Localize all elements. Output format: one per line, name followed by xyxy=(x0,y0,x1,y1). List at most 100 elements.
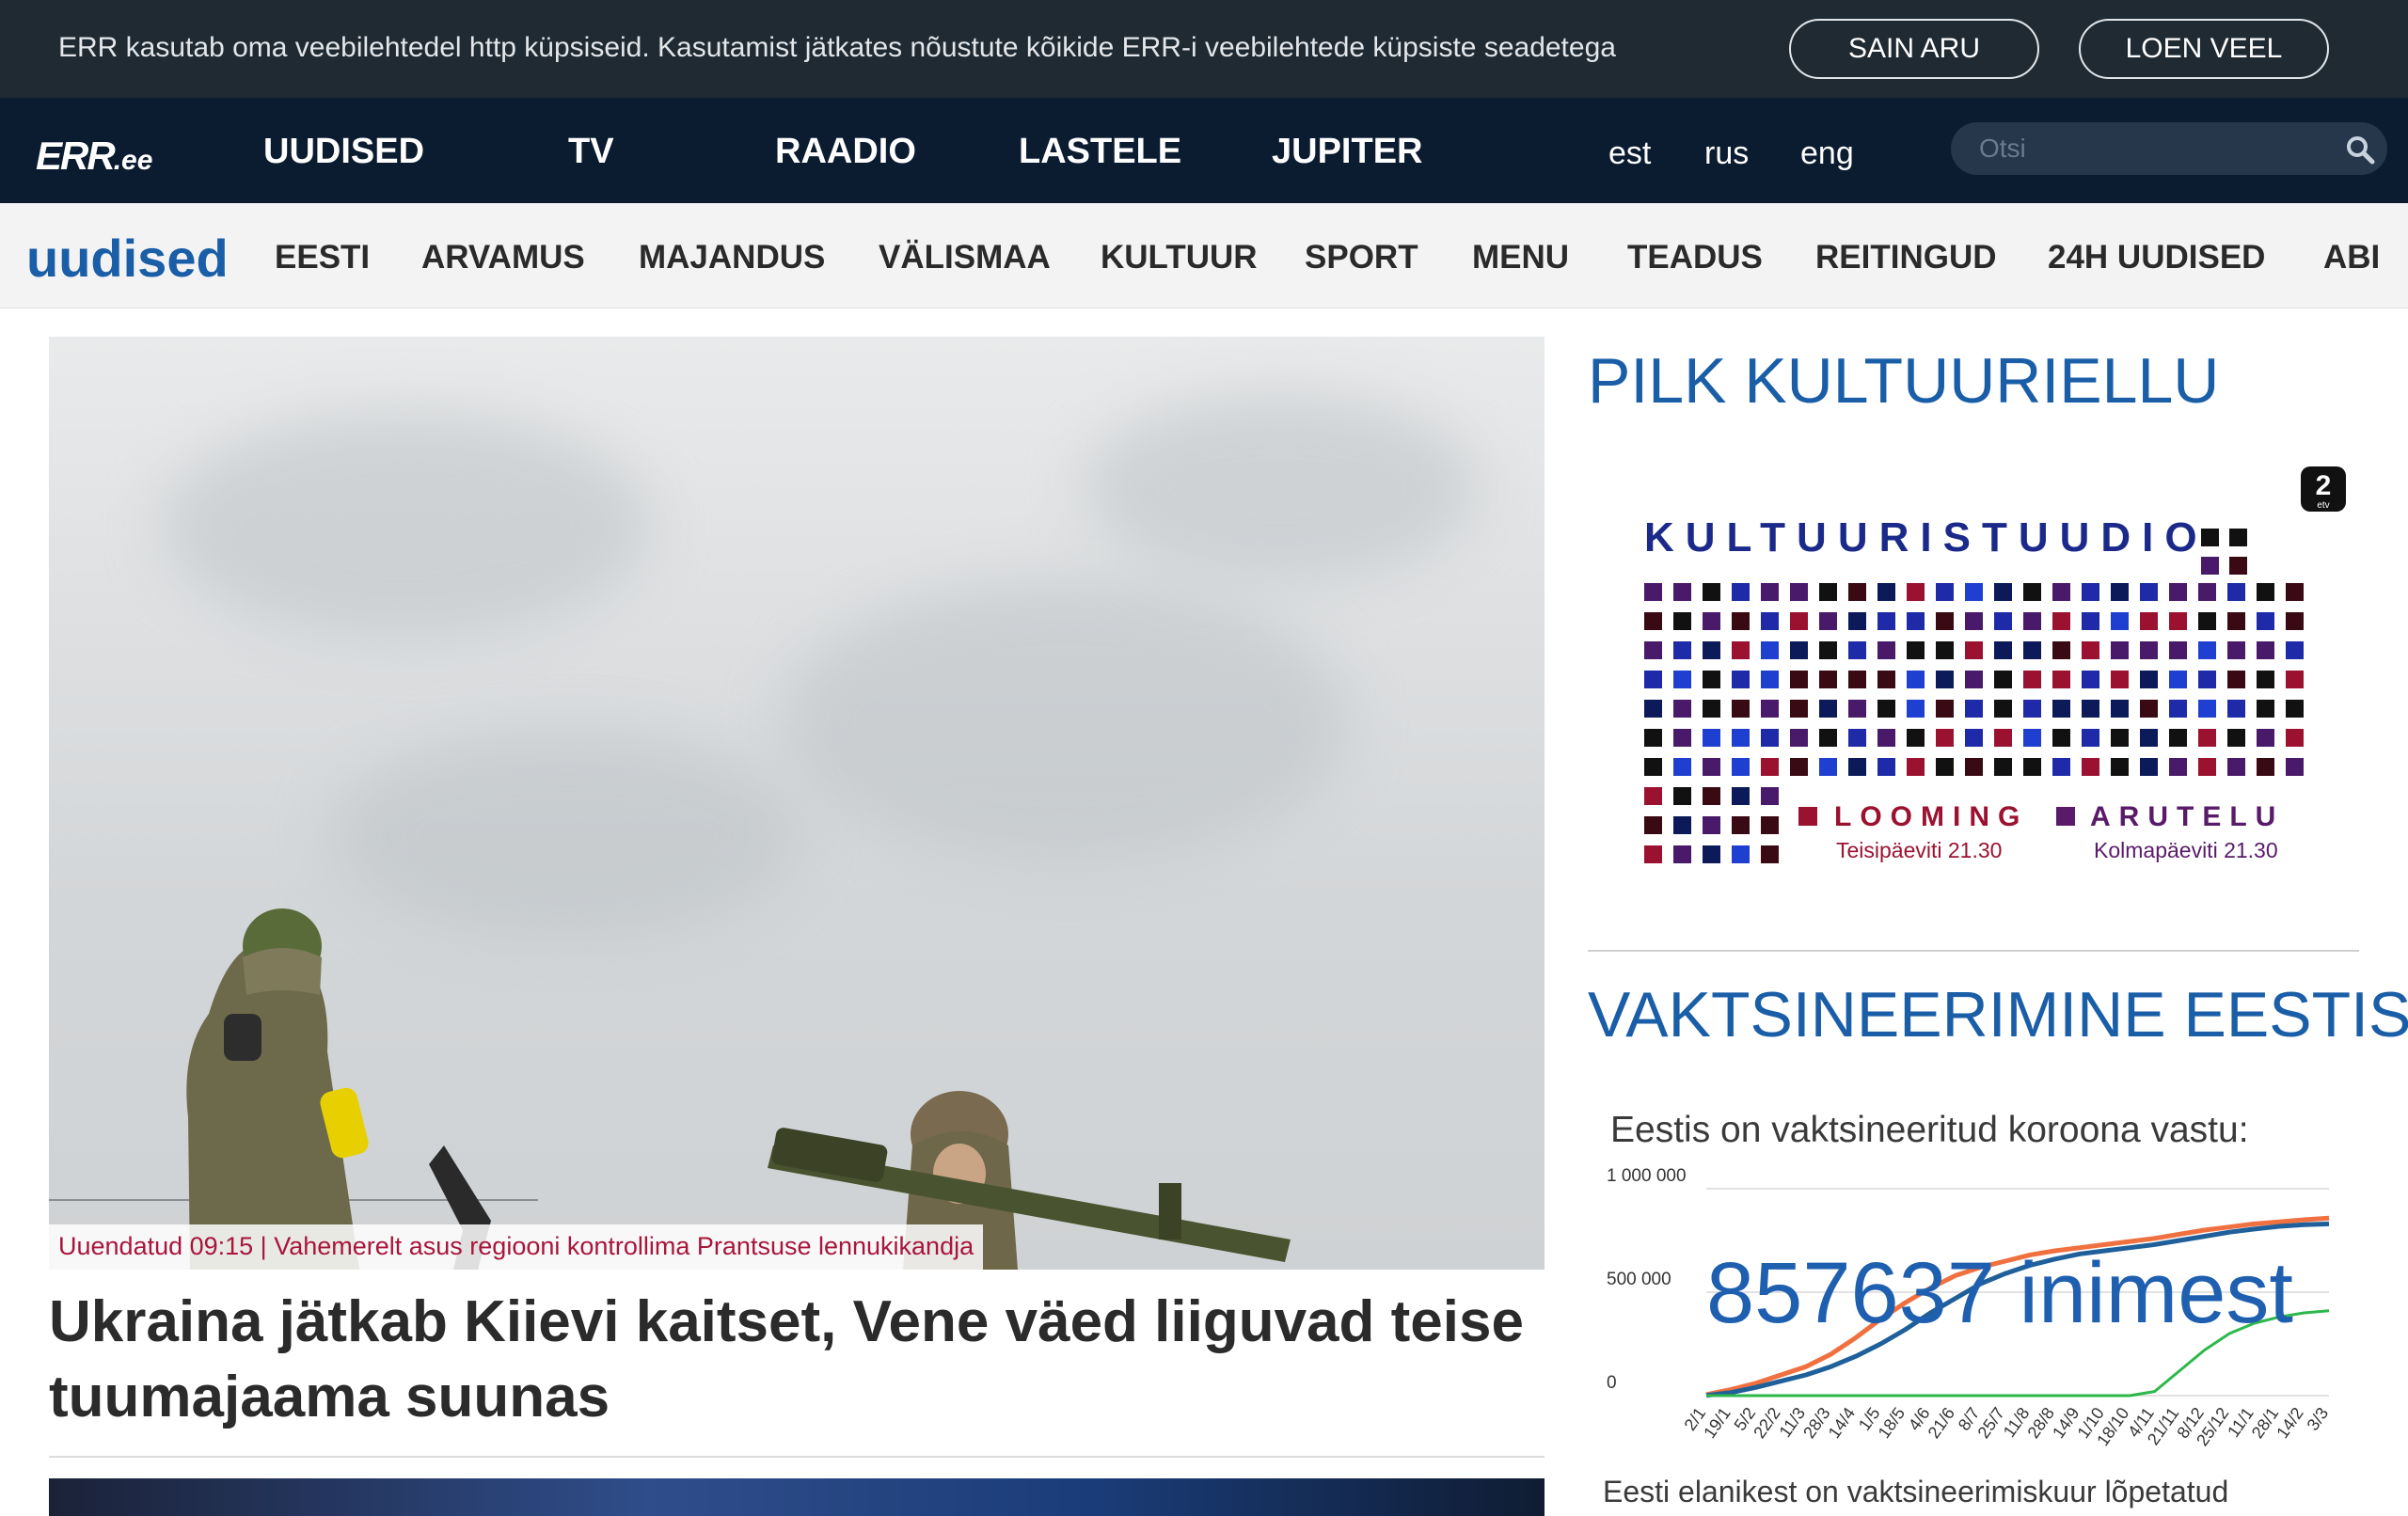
promo-grid-square xyxy=(1790,758,1808,776)
content-divider xyxy=(49,1456,1545,1458)
topnav-item-raadio[interactable]: RAADIO xyxy=(775,132,916,172)
promo-grid-square xyxy=(2229,557,2247,575)
lang-rus[interactable]: rus xyxy=(1704,135,1749,172)
promo-grid-square xyxy=(2140,758,2158,776)
promo-grid-square xyxy=(2169,641,2187,659)
promo-grid-square xyxy=(1790,671,1808,688)
promo-grid-square xyxy=(1644,845,1662,863)
promo-grid-square xyxy=(1703,612,1720,630)
promo-grid-square xyxy=(1644,671,1662,688)
promo-grid-square xyxy=(1644,816,1662,834)
promo-grid-square xyxy=(1644,758,1662,776)
subnav-item-abi[interactable]: ABI xyxy=(2323,239,2380,276)
promo-grid-square xyxy=(1761,729,1779,747)
hero-image[interactable] xyxy=(49,337,1545,1270)
promo-grid-square xyxy=(2023,641,2041,659)
x-tick-label: 14/9 xyxy=(2049,1404,2083,1442)
subnav-item-teadus[interactable]: TEADUS xyxy=(1627,239,1763,276)
promo-grid-square xyxy=(1907,700,1925,718)
promo-grid-square xyxy=(2052,758,2070,776)
subnav-item-valismaa[interactable]: VÄLISMAA xyxy=(879,239,1051,276)
promo-grid-square xyxy=(2111,700,2129,718)
search-icon[interactable] xyxy=(2344,134,2376,166)
promo-grid-square xyxy=(1877,583,1895,601)
promo-grid-square xyxy=(1703,641,1720,659)
lang-est[interactable]: est xyxy=(1608,135,1651,172)
promo-grid-square xyxy=(2227,583,2245,601)
promo-grid-square xyxy=(1848,583,1866,601)
subnav-item-eesti[interactable]: EESTI xyxy=(275,239,370,276)
promo-grid-square xyxy=(1907,758,1925,776)
subnav-item-sport[interactable]: SPORT xyxy=(1305,239,1418,276)
promo-grid-square xyxy=(2082,583,2099,601)
x-tick-label: 28/3 xyxy=(1799,1404,1833,1442)
cookie-accept-button[interactable]: SAIN ARU xyxy=(1789,19,2039,79)
promo-grid-square xyxy=(2257,671,2274,688)
promo-grid-square xyxy=(2229,529,2247,546)
next-article-thumbnail[interactable] xyxy=(49,1478,1545,1516)
kultuuristuudio-promo[interactable]: 2 etv KULTUURISTUUDIO LOOMING Teisipäevi… xyxy=(1588,461,2359,893)
cookie-read-more-button[interactable]: LOEN VEEL xyxy=(2079,19,2329,79)
promo-grid-square xyxy=(1819,612,1837,630)
promo-grid-square xyxy=(1761,845,1779,863)
x-tick-label: 11/3 xyxy=(1775,1404,1809,1441)
promo-grid-square xyxy=(1848,641,1866,659)
promo-grid-square xyxy=(1703,845,1720,863)
promo-grid-square xyxy=(1703,700,1720,718)
promo-grid-square xyxy=(1877,671,1895,688)
subnav-item-arvamus[interactable]: ARVAMUS xyxy=(421,239,585,276)
promo-grid-square xyxy=(2140,612,2158,630)
y-tick-label: 500 000 xyxy=(1607,1270,1671,1289)
promo-grid-square xyxy=(2111,671,2129,688)
promo-grid-square xyxy=(1732,671,1750,688)
hero-headline[interactable]: Ukraina jätkab Kiievi kaitset, Vene väed… xyxy=(49,1285,1545,1435)
top-navigation: ERR.ee UUDISED TV RAADIO LASTELE JUPITER… xyxy=(0,98,2408,203)
promo-grid-square xyxy=(1965,612,1983,630)
cookie-bar: ERR kasutab oma veebilehtedel http küpsi… xyxy=(0,0,2408,98)
promo-grid-square xyxy=(2227,729,2245,747)
topnav-item-uudised[interactable]: UUDISED xyxy=(263,132,424,172)
promo-grid-square xyxy=(1761,700,1779,718)
x-tick-label: 14/4 xyxy=(1825,1404,1859,1442)
promo-grid-square xyxy=(2286,612,2304,630)
promo-grid-square xyxy=(1790,700,1808,718)
promo-grid-square xyxy=(2286,641,2304,659)
topnav-item-jupiter[interactable]: JUPITER xyxy=(1272,132,1422,172)
promo-grid-square xyxy=(1703,583,1720,601)
promo-grid-square xyxy=(2198,729,2216,747)
promo-grid-square xyxy=(2140,671,2158,688)
promo-grid-square xyxy=(2082,612,2099,630)
vaccination-footer: Eesti elanikest on vaktsineerimiskuur lõ… xyxy=(1603,1475,2229,1508)
promo-grid-square xyxy=(2082,729,2099,747)
search-input[interactable] xyxy=(1979,132,2337,166)
promo-grid-square xyxy=(1965,641,1983,659)
etv2-badge-label: etv xyxy=(2317,500,2329,511)
promo-grid-square xyxy=(2286,583,2304,601)
subnav-item-24h-uudised[interactable]: 24H UUDISED xyxy=(2048,239,2265,276)
promo-grid-square xyxy=(1819,758,1837,776)
promo-grid-square xyxy=(1936,700,1954,718)
lang-eng[interactable]: eng xyxy=(1800,135,1854,172)
x-tick-label: 28/1 xyxy=(2248,1404,2282,1442)
topnav-item-tv[interactable]: TV xyxy=(568,132,614,172)
promo-grid-square xyxy=(2023,758,2041,776)
promo-grid-square xyxy=(1907,583,1925,601)
promo-grid-square xyxy=(1732,729,1750,747)
subnav-item-majandus[interactable]: MAJANDUS xyxy=(639,239,825,276)
promo-grid-square xyxy=(2111,758,2129,776)
subnav-item-menu[interactable]: MENU xyxy=(1472,239,1569,276)
promo-title: KULTUURISTUUDIO xyxy=(1644,514,2209,561)
promo-grid-square xyxy=(1732,845,1750,863)
promo-grid-square xyxy=(1877,700,1895,718)
err-logo[interactable]: ERR.ee xyxy=(36,134,152,179)
uudised-brand-link[interactable]: uudised xyxy=(26,228,229,289)
subnav-item-reitingud[interactable]: REITINGUD xyxy=(1815,239,1997,276)
promo-grid-square xyxy=(2227,612,2245,630)
promo-grid-square xyxy=(2052,700,2070,718)
promo-grid-square xyxy=(2227,700,2245,718)
promo-grid-square xyxy=(2052,612,2070,630)
topnav-item-lastele[interactable]: LASTELE xyxy=(1019,132,1181,172)
x-tick-label: 21/6 xyxy=(1925,1404,1958,1442)
promo-grid-square xyxy=(1732,787,1750,805)
subnav-item-kultuur[interactable]: KULTUUR xyxy=(1101,239,1258,276)
